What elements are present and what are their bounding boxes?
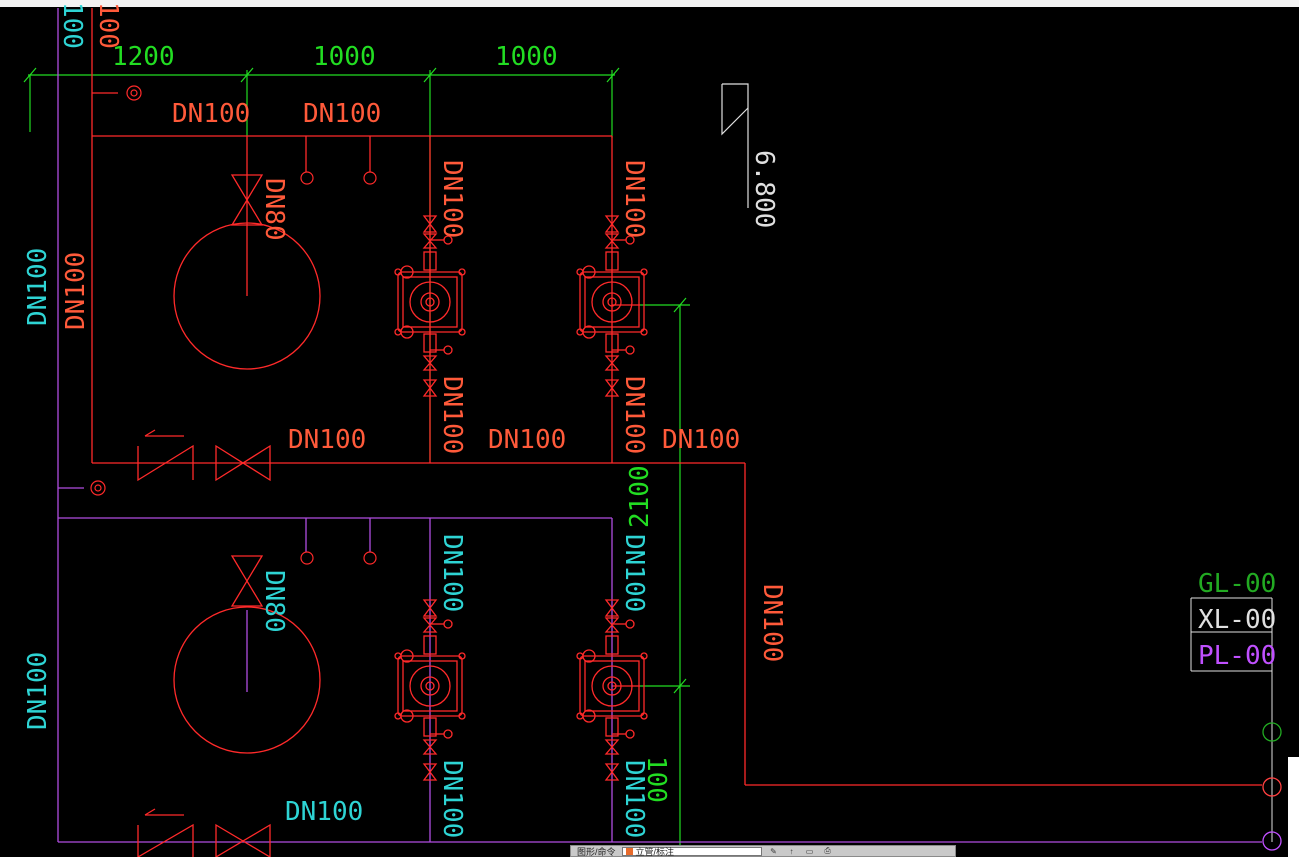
layer-field[interactable]: 立管/标注 bbox=[621, 846, 762, 857]
gauge-dial bbox=[443, 345, 453, 355]
print-icon[interactable]: ⎙ bbox=[822, 846, 834, 856]
status-label: 图形/命令 bbox=[577, 846, 616, 857]
arrow-up-icon[interactable]: ↑ bbox=[786, 847, 798, 856]
purple-pipe-network bbox=[57, 8, 1262, 843]
label-dn100-pump4-top: DN100 bbox=[619, 534, 649, 612]
label-dn100-pump3-bottom: DN100 bbox=[437, 760, 467, 838]
label-dn100-left-cyan: DN100 bbox=[23, 248, 53, 326]
dim-1000-a: 1000 bbox=[313, 42, 376, 72]
dim-2100: 2100 bbox=[625, 465, 655, 528]
check-valve-lower bbox=[137, 808, 271, 857]
elevation-marker bbox=[721, 83, 749, 208]
red-pipe-network bbox=[91, 8, 1262, 786]
gauge-dial bbox=[625, 619, 635, 629]
label-dn80-upper: DN80 bbox=[259, 178, 289, 241]
gauge-dial bbox=[625, 729, 635, 739]
label-dn100-mid-2: DN100 bbox=[488, 425, 566, 455]
canvas-edge bbox=[1289, 7, 1299, 757]
scrollbar-area[interactable] bbox=[1288, 757, 1299, 857]
label-dn100-pump1-bottom: DN100 bbox=[437, 376, 467, 454]
pencil-icon[interactable]: ✎ bbox=[768, 847, 780, 856]
label-dn100-pump2-top: DN100 bbox=[619, 160, 649, 238]
gauge-dial bbox=[443, 729, 453, 739]
label-dn100-left-orange: DN100 bbox=[61, 252, 91, 330]
label-dn100-mid-1: DN100 bbox=[288, 425, 366, 455]
gauge-dial bbox=[443, 619, 453, 629]
layer-icon[interactable]: ▭ bbox=[804, 847, 816, 856]
label-dn100-mid-3: DN100 bbox=[662, 425, 740, 455]
gauge-dial bbox=[625, 345, 635, 355]
dimension-lines bbox=[23, 67, 690, 845]
command-status-bar[interactable]: 图形/命令 立管/标注 ✎ ↑ ▭ ⎙ bbox=[570, 845, 956, 857]
expansion-tank-upper bbox=[173, 136, 321, 370]
label-dn100-right-vertical: DN100 bbox=[757, 584, 787, 662]
label-dn100-pump3-top: DN100 bbox=[437, 534, 467, 612]
legend-xl: XL-00 bbox=[1198, 605, 1276, 635]
dim-1000-b: 1000 bbox=[495, 42, 558, 72]
top-dim-100-cyan: 100 bbox=[57, 2, 87, 49]
check-valve-upper bbox=[137, 429, 271, 482]
layer-color-swatch bbox=[625, 847, 633, 855]
label-dn100-pump1-top: DN100 bbox=[437, 160, 467, 238]
label-dn80-lower: DN80 bbox=[259, 570, 289, 633]
pressure-gauges bbox=[90, 85, 377, 565]
label-dn100-bottom: DN100 bbox=[285, 797, 363, 827]
cad-drawing-canvas[interactable]: 1200 1000 1000 2100 100 100 DN100 DN100 … bbox=[0, 0, 1299, 857]
label-dn100-top-1: DN100 bbox=[172, 99, 250, 129]
layer-field-text: 立管/标注 bbox=[635, 846, 675, 857]
top-dim-100-orange: 100 bbox=[93, 2, 123, 49]
legend-pl: PL-00 bbox=[1198, 641, 1276, 671]
label-100-bottom-green: 100 bbox=[641, 756, 671, 803]
elevation-value: 6.800 bbox=[749, 150, 779, 228]
label-dn100-pump2-bottom: DN100 bbox=[619, 376, 649, 454]
label-dn100-left-lower: DN100 bbox=[23, 652, 53, 730]
legend-gl: GL-00 bbox=[1198, 569, 1276, 599]
label-dn100-top-2: DN100 bbox=[303, 99, 381, 129]
